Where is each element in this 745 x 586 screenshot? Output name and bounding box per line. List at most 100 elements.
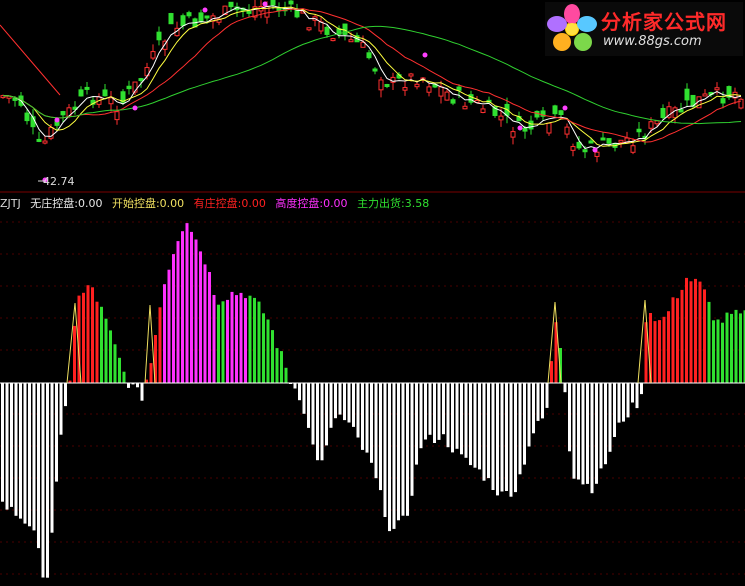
- candle-body: [114, 111, 120, 121]
- indicator-bar: [271, 330, 274, 383]
- candle-body: [564, 126, 570, 135]
- stock-chart: [0, 0, 745, 578]
- candle-body: [330, 38, 336, 42]
- indicator-bar: [419, 383, 423, 449]
- candle-body: [606, 138, 612, 144]
- candle-body: [480, 108, 486, 113]
- candle-body: [108, 97, 114, 105]
- indicator-bar: [311, 383, 315, 445]
- indicator-bar: [118, 357, 121, 383]
- candle-body: [378, 79, 384, 91]
- candle-body: [522, 127, 528, 132]
- indicator-bar: [406, 383, 409, 516]
- indicator-bar: [343, 383, 346, 421]
- candle-body: [270, 0, 276, 6]
- candle-body: [60, 111, 66, 116]
- indicator-bar: [365, 383, 369, 453]
- indicator-bar: [244, 298, 247, 383]
- signal-marker: [262, 1, 268, 7]
- indicator-bar: [671, 297, 675, 383]
- indicator-bar: [199, 251, 202, 383]
- candle-body: [84, 86, 90, 90]
- indicator-bar: [235, 295, 238, 383]
- indicator-bar: [734, 309, 738, 383]
- indicator-bar: [473, 383, 477, 468]
- indicator-bar: [442, 383, 445, 435]
- indicator-bar: [109, 330, 112, 383]
- indicator-bar: [563, 383, 567, 393]
- indicator-bar: [208, 272, 211, 383]
- legend-item: 高度控盘:0.00: [275, 197, 348, 210]
- candle-body: [636, 128, 642, 133]
- indicator-bar: [568, 383, 571, 452]
- indicator-bar: [721, 322, 724, 383]
- candle-body: [366, 52, 372, 59]
- candle-body: [150, 51, 156, 59]
- low-price-label: 42.74: [43, 175, 75, 188]
- indicator-bar: [370, 383, 373, 463]
- candle-body: [702, 93, 708, 97]
- candle-body: [534, 110, 540, 118]
- indicator-bar: [613, 383, 616, 437]
- indicator-bar: [505, 383, 508, 491]
- indicator-bar: [464, 383, 468, 458]
- candle-body: [414, 83, 420, 88]
- candle-body: [462, 105, 468, 110]
- indicator-bar: [518, 383, 522, 475]
- indicator-bar: [338, 383, 342, 415]
- indicator-bar: [1, 383, 4, 502]
- candle-body: [588, 140, 594, 144]
- candle-body: [36, 138, 42, 142]
- indicator-bar: [329, 383, 333, 428]
- candle-body: [648, 121, 654, 129]
- candle-body: [570, 146, 576, 151]
- indicator-bar: [28, 383, 31, 527]
- indicator-bar: [676, 298, 679, 383]
- indicator-bar: [302, 383, 306, 414]
- indicator-bar: [298, 383, 301, 401]
- candle-body: [600, 137, 606, 141]
- indicator-bar: [176, 241, 180, 383]
- indicator-bar: [320, 383, 324, 461]
- candle-body: [456, 86, 462, 91]
- candle-body: [78, 89, 84, 97]
- indicator-bar: [667, 311, 670, 383]
- indicator-bar: [95, 301, 99, 383]
- indicator-bar: [550, 361, 553, 383]
- indicator-bar: [55, 383, 58, 482]
- candle-body: [552, 105, 558, 115]
- watermark-logo: 分析家公式网 www.88gs.com: [545, 2, 743, 56]
- indicator-bar: [428, 383, 432, 435]
- indicator-bar: [545, 383, 549, 408]
- indicator-bar: [266, 319, 270, 383]
- indicator-bar: [572, 383, 576, 479]
- indicator-bar: [167, 269, 171, 383]
- indicator-bar: [32, 383, 36, 531]
- candle-body: [306, 27, 312, 31]
- signal-marker: [517, 125, 523, 131]
- indicator-bar: [347, 383, 351, 423]
- indicator-bar: [230, 291, 234, 383]
- indicator-bar: [280, 351, 283, 383]
- signal-marker: [132, 105, 138, 111]
- indicator-bar: [248, 295, 252, 383]
- indicator-bar: [739, 313, 742, 383]
- indicator-bar: [91, 287, 94, 383]
- indicator-bar: [82, 292, 85, 383]
- indicator-bar: [46, 383, 49, 578]
- indicator-bar: [617, 383, 621, 423]
- indicator-bar: [478, 383, 481, 470]
- indicator-bar: [293, 383, 297, 389]
- indicator-bar: [658, 320, 661, 383]
- indicator-bar: [334, 383, 337, 419]
- candle-body: [528, 120, 534, 130]
- indicator-bar: [500, 383, 504, 492]
- indicator-bar: [446, 383, 450, 448]
- candle-body: [324, 26, 330, 35]
- candle-body: [198, 12, 204, 23]
- indicator-bar: [604, 383, 607, 465]
- indicator-bar: [181, 231, 184, 383]
- indicator-bar: [433, 383, 436, 443]
- candle-body: [450, 99, 456, 104]
- indicator-bar: [640, 383, 643, 395]
